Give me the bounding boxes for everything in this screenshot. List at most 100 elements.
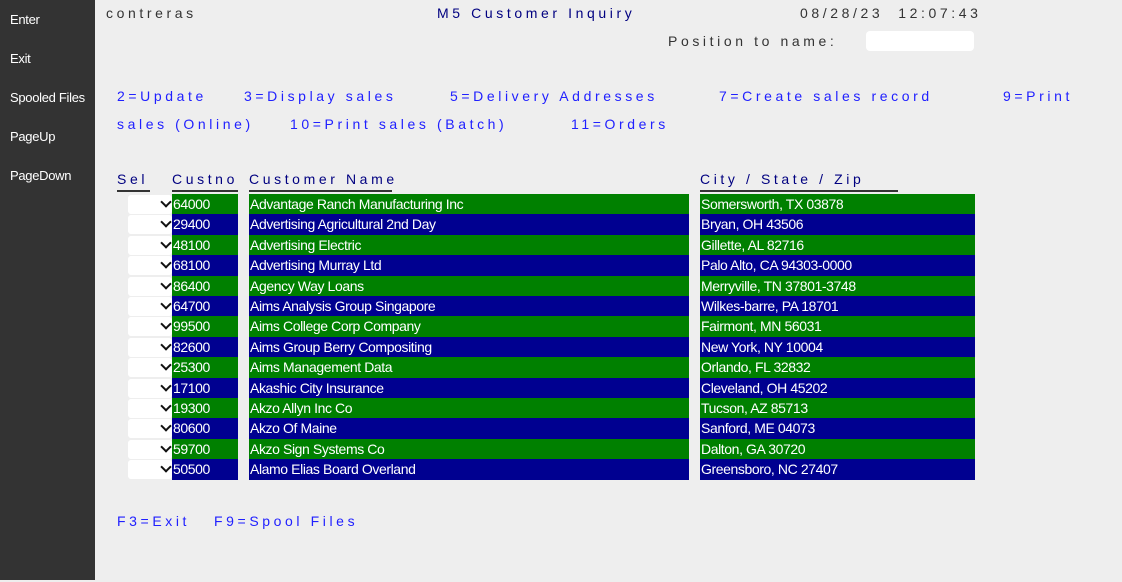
table-row: 80600 Akzo Of Maine Sanford, ME 04073: [0, 418, 1000, 439]
screen-title: M5 Customer Inquiry: [437, 5, 636, 21]
customer-name-cell: Akzo Allyn Inc Co: [249, 398, 689, 419]
user-name: contreras: [106, 5, 197, 21]
city-state-zip-cell: Fairmont, MN 56031: [700, 316, 975, 337]
customer-name-cell: Alamo Elias Board Overland: [249, 459, 689, 480]
sel-dropdown[interactable]: [128, 256, 172, 276]
sel-dropdown[interactable]: [128, 378, 172, 398]
sidebar-item-enter[interactable]: Enter: [10, 12, 40, 27]
city-state-zip-cell: Tucson, AZ 85713: [700, 398, 975, 419]
sel-dropdown[interactable]: [128, 235, 172, 255]
city-state-zip-cell: Merryville, TN 37801-3748: [700, 275, 975, 296]
customer-name-cell: Aims Group Berry Compositing: [249, 336, 689, 358]
chevron-down-icon: [160, 400, 172, 412]
sel-dropdown[interactable]: [128, 439, 172, 459]
sel-dropdown[interactable]: [128, 297, 172, 316]
city-state-zip-cell: Gillette, AL 82716: [700, 234, 975, 256]
chevron-down-icon: [160, 359, 172, 371]
sel-dropdown[interactable]: [128, 419, 172, 439]
chevron-down-icon: [160, 441, 172, 453]
column-header-city-state-zip: City / State / Zip: [700, 171, 898, 192]
chevron-down-icon: [160, 318, 172, 331]
sel-dropdown[interactable]: [128, 358, 172, 378]
chevron-down-icon: [160, 196, 172, 208]
column-header-sel: Sel: [117, 171, 150, 192]
table-row: 25300 Aims Management Data Orlando, FL 328…: [0, 357, 1000, 378]
chevron-down-icon: [160, 339, 172, 351]
custno-cell: 68100: [172, 255, 238, 276]
table-row: 59700 Akzo Sign Systems Co Dalton, GA 3072…: [0, 438, 1000, 460]
chevron-down-icon: [160, 461, 172, 473]
customer-name-cell: Advertising Murray Ltd: [249, 255, 689, 276]
customer-name-cell: Aims Management Data: [249, 357, 689, 378]
option-print-sales-online: 9=Print: [1003, 88, 1073, 104]
custno-cell: 17100: [172, 377, 238, 398]
city-state-zip-cell: Wilkes-barre, PA 18701: [700, 296, 975, 317]
table-row: 19300 Akzo Allyn Inc Co Tucson, AZ 85713: [0, 398, 1000, 419]
table-row: 64000 Advantage Ranch Manufacturing Inc So…: [0, 194, 1000, 215]
fkey-exit[interactable]: F3=Exit: [117, 513, 190, 529]
customer-name-cell: Aims College Corp Company: [249, 316, 689, 337]
chevron-down-icon: [160, 379, 172, 392]
table-row: 86400 Agency Way Loans Merryville, TN 3780…: [0, 275, 1000, 296]
column-header-custno: Custno: [172, 171, 238, 192]
fkey-spool-files[interactable]: F9=Spool Files: [214, 513, 358, 529]
sidebar-item-pageup[interactable]: PageUp: [10, 129, 55, 144]
city-state-zip-cell: Greensboro, NC 27407: [700, 459, 975, 480]
city-state-zip-cell: New York, NY 10004: [700, 336, 975, 358]
sidebar-item-exit[interactable]: Exit: [10, 51, 31, 66]
option-orders: 11=Orders: [571, 116, 669, 132]
customer-name-cell: Advantage Ranch Manufacturing Inc: [249, 194, 689, 215]
chevron-down-icon: [160, 237, 172, 249]
custno-cell: 19300: [172, 398, 238, 419]
customer-name-cell: Advertising Agricultural 2nd Day: [249, 214, 689, 235]
position-to-name-input[interactable]: [866, 31, 974, 51]
custno-cell: 99500: [172, 316, 238, 337]
customer-name-cell: Akzo Of Maine: [249, 418, 689, 439]
table-row: 68100 Advertising Murray Ltd Palo Alto, CA…: [0, 255, 1000, 276]
city-state-zip-cell: Bryan, OH 43506: [700, 214, 975, 235]
customer-name-cell: Agency Way Loans: [249, 275, 689, 296]
sel-dropdown[interactable]: [128, 317, 172, 337]
option-display-sales: 3=Display sales: [244, 88, 397, 104]
chevron-down-icon: [160, 298, 172, 310]
custno-cell: 80600: [172, 418, 238, 439]
position-to-name-label: Position to name:: [668, 33, 838, 49]
sidebar-item-pagedown[interactable]: PageDown: [10, 168, 72, 183]
customer-name-cell: Aims Analysis Group Singapore: [249, 296, 689, 317]
city-state-zip-cell: Sanford, ME 04073: [700, 418, 975, 439]
table-row: 82600 Aims Group Berry Compositing New Yor…: [0, 336, 1000, 358]
city-state-zip-cell: Dalton, GA 30720: [700, 438, 975, 460]
table-row: 17100 Akashic City Insurance Cleveland, OH…: [0, 377, 1000, 398]
city-state-zip-cell: Cleveland, OH 45202: [700, 377, 975, 398]
customer-name-cell: Akzo Sign Systems Co: [249, 438, 689, 460]
table-row: 64700 Aims Analysis Group Singapore Wilkes…: [0, 296, 1000, 317]
customer-name-cell: Akashic City Insurance: [249, 377, 689, 398]
table-row: 50500 Alamo Elias Board Overland Greensbor…: [0, 459, 1000, 480]
option-create-sales-record: 7=Create sales record: [719, 88, 933, 104]
custno-cell: 64000: [172, 194, 238, 215]
chevron-down-icon: [160, 420, 172, 433]
sel-dropdown[interactable]: [128, 276, 172, 296]
sel-dropdown[interactable]: [128, 195, 172, 214]
sel-dropdown[interactable]: [128, 215, 172, 235]
sel-dropdown[interactable]: [128, 337, 172, 357]
sidebar-item-spooled-files[interactable]: Spooled Files: [10, 90, 85, 105]
option-update: 2=Update: [117, 88, 207, 104]
customer-name-cell: Advertising Electric: [249, 234, 689, 256]
custno-cell: 82600: [172, 336, 238, 358]
sel-dropdown[interactable]: [128, 460, 172, 480]
sel-dropdown[interactable]: [128, 399, 172, 418]
custno-cell: 48100: [172, 234, 238, 256]
custno-cell: 86400: [172, 275, 238, 296]
city-state-zip-cell: Somersworth, TX 03878: [700, 194, 975, 215]
table-row: 99500 Aims College Corp Company Fairmont, …: [0, 316, 1000, 337]
city-state-zip-cell: Palo Alto, CA 94303-0000: [700, 255, 975, 276]
custno-cell: 59700: [172, 438, 238, 460]
city-state-zip-cell: Orlando, FL 32832: [700, 357, 975, 378]
chevron-down-icon: [160, 216, 172, 229]
custno-cell: 25300: [172, 357, 238, 378]
chevron-down-icon: [160, 257, 172, 269]
custno-cell: 64700: [172, 296, 238, 317]
chevron-down-icon: [160, 277, 172, 290]
custno-cell: 50500: [172, 459, 238, 480]
